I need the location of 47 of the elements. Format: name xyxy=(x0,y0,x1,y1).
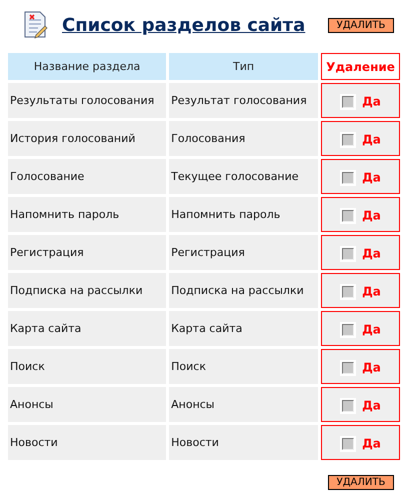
checkbox-label: Да xyxy=(362,360,381,375)
column-header: Название раздела xyxy=(8,53,166,80)
page-title: Список разделов сайта xyxy=(62,14,306,36)
checkbox[interactable] xyxy=(340,208,356,224)
checkbox-label: Да xyxy=(362,208,381,223)
table-cell: Регистрация xyxy=(8,235,166,270)
checkbox[interactable] xyxy=(340,322,356,338)
checkbox[interactable] xyxy=(340,284,356,300)
checkbox-label: Да xyxy=(362,132,381,147)
table-cell: Карта сайта xyxy=(8,311,166,346)
table-cell: Результаты голосования xyxy=(8,83,166,118)
table-cell: Новости xyxy=(8,425,166,460)
table-cell: Результат голосования xyxy=(169,83,318,118)
table-cell: Поиск xyxy=(169,349,318,384)
table-cell: Новости xyxy=(169,425,318,460)
checkbox[interactable] xyxy=(340,360,356,376)
table-cell: История голосований xyxy=(8,121,166,156)
table-cell: Поиск xyxy=(8,349,166,384)
column-header: Тип xyxy=(169,53,318,80)
table-cell: Анонсы xyxy=(169,387,318,422)
checkbox[interactable] xyxy=(340,132,356,148)
checkbox[interactable] xyxy=(340,436,356,452)
checkbox-label: Да xyxy=(362,94,381,109)
table-cell: Регистрация xyxy=(169,235,318,270)
document-icon xyxy=(22,11,48,39)
checkbox-label: Да xyxy=(362,436,381,451)
table-cell: Подписка на рассылки xyxy=(8,273,166,308)
table-cell: Голосование xyxy=(8,159,166,194)
table-cell: Карта сайта xyxy=(169,311,318,346)
checkbox-label: Да xyxy=(362,246,381,261)
checkbox-label: Да xyxy=(362,284,381,299)
checkbox[interactable] xyxy=(340,398,356,414)
checkbox[interactable] xyxy=(340,170,356,186)
table-cell: Напомнить пароль xyxy=(8,197,166,232)
checkbox-label: Да xyxy=(362,322,381,337)
table-cell: Голосования xyxy=(169,121,318,156)
checkbox[interactable] xyxy=(340,246,356,262)
checkbox[interactable] xyxy=(340,94,356,110)
delete-button[interactable]: УДАЛИТЬ xyxy=(328,18,394,32)
table-cell: Анонсы xyxy=(8,387,166,422)
checkbox-label: Да xyxy=(362,398,381,413)
delete-button[interactable]: УДАЛИТЬ xyxy=(328,475,394,490)
table-cell: Подписка на рассылки xyxy=(169,273,318,308)
checkbox-label: Да xyxy=(362,170,381,185)
column-header: Удаление xyxy=(321,53,400,80)
table-cell: Напомнить пароль xyxy=(169,197,318,232)
table-cell: Текущее голосование xyxy=(169,159,318,194)
